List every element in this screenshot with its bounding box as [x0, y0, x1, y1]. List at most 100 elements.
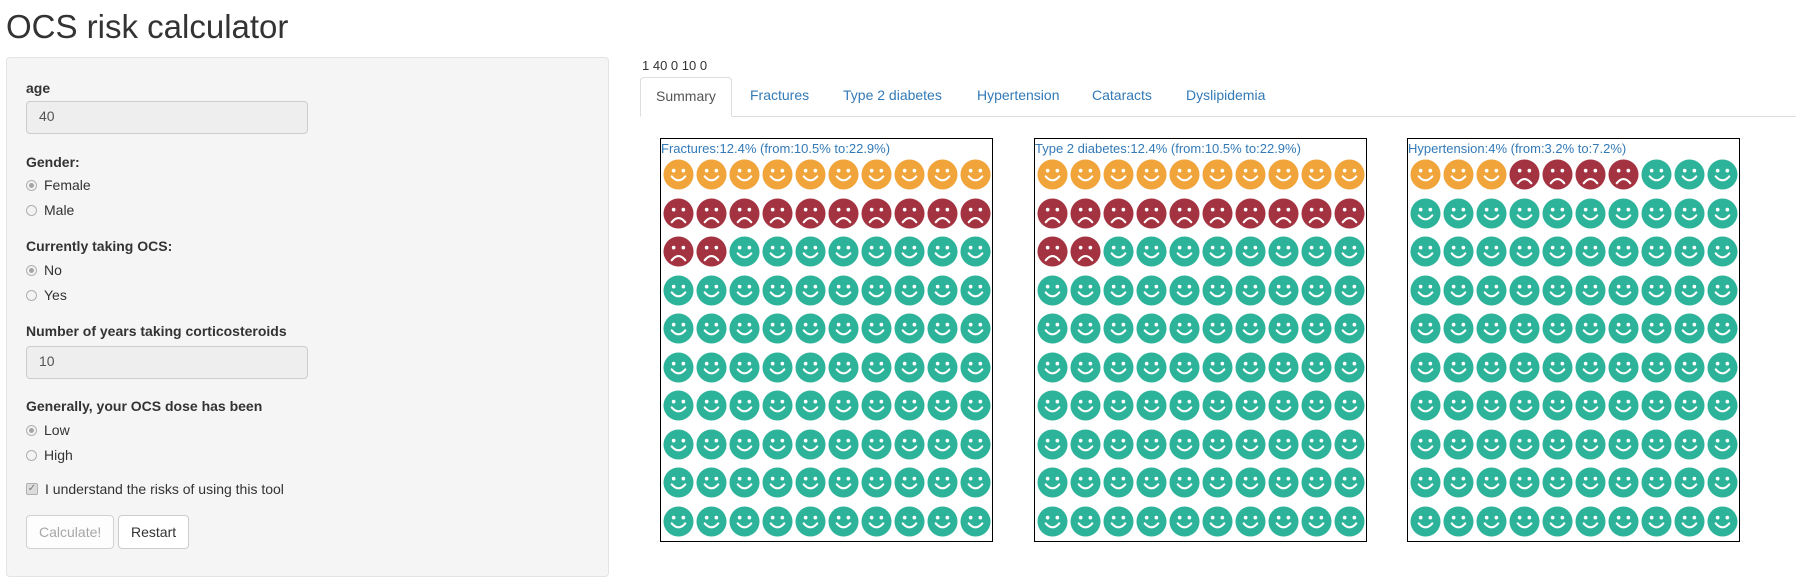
smiley-green-icon	[1443, 390, 1474, 421]
panel-title: Type 2 diabetes:12.4% (from:10.5% to:22.…	[1035, 141, 1301, 156]
tab-hypertension[interactable]: Hypertension	[962, 77, 1075, 116]
calculate-button[interactable]: Calculate!	[26, 515, 115, 549]
panel-title: Hypertension:4% (from:3.2% to:7.2%)	[1408, 141, 1627, 156]
smiley-green-icon	[696, 428, 727, 460]
smiley-green-icon	[927, 351, 958, 383]
smiley-green-icon	[1136, 351, 1167, 383]
smiley-green-icon	[861, 351, 892, 383]
smiley-green-icon	[1410, 274, 1441, 306]
smiley-green-icon	[795, 313, 826, 344]
smiley-green-icon	[1202, 505, 1233, 537]
smiley-green-icon	[1509, 467, 1540, 498]
frowny-red-icon	[1103, 197, 1134, 229]
checkbox-checked-icon[interactable]: ✓	[26, 483, 38, 495]
smiley-orange-icon	[1410, 159, 1441, 190]
understand-checkbox[interactable]: ✓ I understand the risks of using this t…	[26, 481, 284, 497]
smiley-green-icon	[729, 313, 760, 344]
smiley-green-icon	[828, 467, 859, 498]
radio-selected-icon[interactable]	[26, 264, 37, 276]
smiley-green-icon	[1674, 351, 1705, 383]
smiley-green-icon	[1103, 390, 1134, 421]
smiley-green-icon	[1334, 351, 1365, 383]
smiley-green-icon	[1334, 467, 1365, 498]
gender-option-male[interactable]: Male	[26, 202, 74, 218]
gender-option-female[interactable]: Female	[26, 177, 91, 193]
restart-button[interactable]: Restart	[118, 515, 190, 549]
smiley-green-icon	[1707, 505, 1738, 537]
smiley-green-icon	[696, 351, 727, 383]
smiley-green-icon	[1443, 467, 1474, 498]
smiley-green-icon	[795, 390, 826, 421]
radio-selected-icon[interactable]	[26, 179, 37, 191]
tab-dyslipidemia[interactable]: Dyslipidemia	[1171, 77, 1280, 116]
smiley-green-icon	[1235, 467, 1266, 498]
smiley-green-icon	[1410, 428, 1441, 460]
smiley-green-icon	[861, 428, 892, 460]
radio-icon[interactable]	[26, 289, 37, 301]
radio-selected-icon[interactable]	[26, 424, 37, 436]
radio-icon[interactable]	[26, 204, 37, 216]
age-input[interactable]: 40	[26, 101, 308, 134]
smiley-green-icon	[1334, 428, 1365, 460]
smiley-orange-icon	[795, 159, 826, 190]
smiley-green-icon	[1443, 274, 1474, 306]
smiley-green-icon	[762, 390, 793, 421]
smiley-green-icon	[696, 505, 727, 537]
smiley-green-icon	[894, 505, 925, 537]
tab-fractures[interactable]: Fractures	[735, 77, 824, 116]
ocs-option-yes[interactable]: Yes	[26, 287, 67, 303]
smiley-green-icon	[894, 274, 925, 306]
smiley-green-icon	[1674, 236, 1705, 267]
smiley-green-icon	[1509, 197, 1540, 229]
gender-option-label: Male	[44, 202, 75, 218]
smiley-green-icon	[927, 390, 958, 421]
smiley-green-icon	[1169, 467, 1200, 498]
tab-cataracts[interactable]: Cataracts	[1077, 77, 1167, 116]
smiley-green-icon	[1542, 505, 1573, 537]
smiley-orange-icon	[1103, 159, 1134, 190]
smiley-orange-icon	[1202, 159, 1233, 190]
smiley-green-icon	[1608, 390, 1639, 421]
smiley-green-icon	[1169, 313, 1200, 344]
smiley-green-icon	[729, 428, 760, 460]
smiley-green-icon	[663, 313, 694, 344]
dose-option-low[interactable]: Low	[26, 422, 70, 438]
smiley-green-icon	[1674, 313, 1705, 344]
dose-option-high[interactable]: High	[26, 447, 73, 463]
smiley-green-icon	[1202, 467, 1233, 498]
smiley-green-icon	[1103, 274, 1134, 306]
smiley-green-icon	[1707, 236, 1738, 267]
radio-icon[interactable]	[26, 449, 37, 461]
frowny-red-icon	[1070, 197, 1101, 229]
smiley-green-icon	[894, 390, 925, 421]
smiley-green-icon	[696, 390, 727, 421]
smiley-green-icon	[1641, 236, 1672, 267]
frowny-red-icon	[1235, 197, 1266, 229]
smiley-green-icon	[1268, 505, 1299, 537]
smiley-green-icon	[729, 505, 760, 537]
smiley-green-icon	[1136, 313, 1167, 344]
smiley-orange-icon	[1037, 159, 1068, 190]
smiley-green-icon	[1235, 390, 1266, 421]
frowny-red-icon	[894, 197, 925, 229]
smiley-green-icon	[1202, 351, 1233, 383]
input-sidebar: age 40 Gender: Female Male Currently tak…	[6, 57, 609, 577]
frowny-red-icon	[1334, 197, 1365, 229]
smiley-green-icon	[1301, 274, 1332, 306]
tab-summary[interactable]: Summary	[640, 77, 732, 117]
frowny-red-icon	[1542, 159, 1573, 190]
frowny-red-icon	[1301, 197, 1332, 229]
smiley-green-icon	[1476, 236, 1507, 267]
years-input[interactable]: 10	[26, 346, 308, 379]
smiley-green-icon	[1674, 390, 1705, 421]
smiley-green-icon	[1707, 351, 1738, 383]
smiley-green-icon	[1301, 467, 1332, 498]
smiley-green-icon	[1070, 351, 1101, 383]
tab-type-2-diabetes[interactable]: Type 2 diabetes	[828, 77, 957, 116]
smiley-green-icon	[1235, 274, 1266, 306]
smiley-green-icon	[1070, 313, 1101, 344]
smiley-green-icon	[1334, 505, 1365, 537]
smiley-green-icon	[1443, 428, 1474, 460]
ocs-option-no[interactable]: No	[26, 262, 62, 278]
smiley-green-icon	[1674, 197, 1705, 229]
